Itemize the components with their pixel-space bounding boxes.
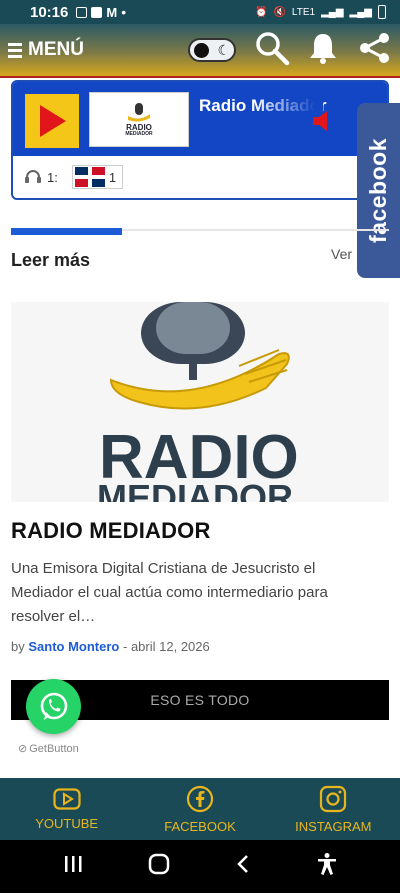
alarm-icon: ⏰: [254, 6, 268, 18]
home-icon[interactable]: [148, 853, 170, 880]
app-header: MENÚ ☾: [0, 24, 400, 78]
article-meta: by Santo Montero - abril 12, 2026: [11, 639, 210, 654]
instagram-icon: [320, 785, 347, 812]
station-logo: RADIO MEDIADOR: [89, 92, 189, 147]
status-system-icons: ⏰ 🔇 LTE1 ▂▄▆ ▂▄▆: [255, 5, 386, 19]
bell-icon[interactable]: [308, 31, 338, 70]
country-listeners-badge: 1: [71, 165, 124, 189]
dominican-flag-icon: [74, 167, 105, 187]
article-title[interactable]: RADIO MEDIADOR: [11, 518, 211, 544]
toggle-knob: [194, 42, 209, 58]
facebook-nav-label: FACEBOOK: [164, 818, 236, 834]
play-button[interactable]: [25, 94, 79, 148]
menu-button[interactable]: MENÚ: [8, 39, 84, 61]
listeners-label: 1:: [47, 169, 58, 185]
getbutton-credit[interactable]: ⊘ GetButton: [18, 742, 79, 756]
youtube-notification-icon: [91, 6, 103, 18]
facebook-nav-item[interactable]: FACEBOOK: [133, 778, 266, 840]
facebook-side-tab-label: facebook: [365, 138, 392, 243]
meta-by: by: [11, 639, 25, 654]
youtube-nav-label: YOUTUBE: [35, 815, 99, 831]
network-label: LTE1: [291, 6, 316, 18]
whatsapp-button[interactable]: [26, 679, 81, 734]
facebook-side-tab[interactable]: facebook: [357, 103, 400, 278]
radio-player-card: RADIO MEDIADOR Radio Mediador 1: 1: [11, 80, 389, 200]
article-date: abril 12, 2026: [130, 639, 210, 654]
bottom-social-nav: YOUTUBE FACEBOOK INSTAGRAM: [0, 778, 400, 840]
status-notification-icons: M •: [76, 4, 126, 20]
whatsapp-icon: [40, 692, 67, 720]
youtube-icon: [53, 787, 81, 810]
microphone-icon: [128, 103, 150, 122]
facebook-icon: [186, 785, 214, 812]
status-dot: •: [121, 4, 127, 20]
article-image-text-2: MEDIADOR: [97, 477, 293, 502]
section-title: Leer más: [11, 250, 91, 270]
hamburger-icon: [8, 42, 22, 58]
share-icon[interactable]: [356, 30, 392, 71]
moon-icon: ☾: [217, 42, 230, 58]
country-count: 1: [108, 169, 117, 185]
signal-icon-2: ▂▄▆: [349, 6, 372, 18]
meta-separator: -: [122, 639, 128, 654]
recent-apps-icon[interactable]: [63, 854, 83, 879]
back-icon[interactable]: [235, 853, 251, 880]
battery-icon: [378, 5, 386, 19]
accessibility-icon[interactable]: [316, 852, 338, 881]
getbutton-label: GetButton: [29, 742, 79, 755]
article-image[interactable]: RADIO MEDIADOR: [11, 302, 389, 502]
instagram-nav-label: INSTAGRAM: [295, 818, 372, 834]
article-author-link[interactable]: Santo Montero: [28, 639, 119, 654]
status-bar: 10:16 M • ⏰ 🔇 LTE1 ▂▄▆ ▂▄▆: [0, 0, 400, 24]
android-nav-bar: [0, 840, 400, 893]
section-more-link[interactable]: Ver: [331, 246, 352, 262]
gmail-notification-icon: M: [106, 4, 118, 20]
mute-icon: 🔇: [273, 6, 286, 18]
dark-mode-toggle[interactable]: ☾: [188, 38, 236, 62]
status-time: 10:16: [30, 3, 69, 21]
section-divider: [11, 228, 389, 235]
instagram-nav-item[interactable]: INSTAGRAM: [267, 778, 400, 840]
getbutton-icon: ⊘: [18, 743, 28, 755]
gallery-notification-icon: [76, 6, 88, 18]
volume-speaker-icon[interactable]: [311, 110, 331, 137]
article-excerpt: Una Emisora Digital Cristiana de Jesucri…: [11, 560, 328, 625]
headphones-icon: [25, 169, 41, 186]
youtube-nav-item[interactable]: YOUTUBE: [0, 778, 133, 840]
signal-icon: ▂▄▆: [321, 6, 344, 18]
search-icon[interactable]: [254, 30, 290, 71]
station-logo-line2: MEDIADOR: [125, 131, 153, 137]
menu-label: MENÚ: [28, 39, 84, 60]
play-icon: [40, 105, 66, 137]
